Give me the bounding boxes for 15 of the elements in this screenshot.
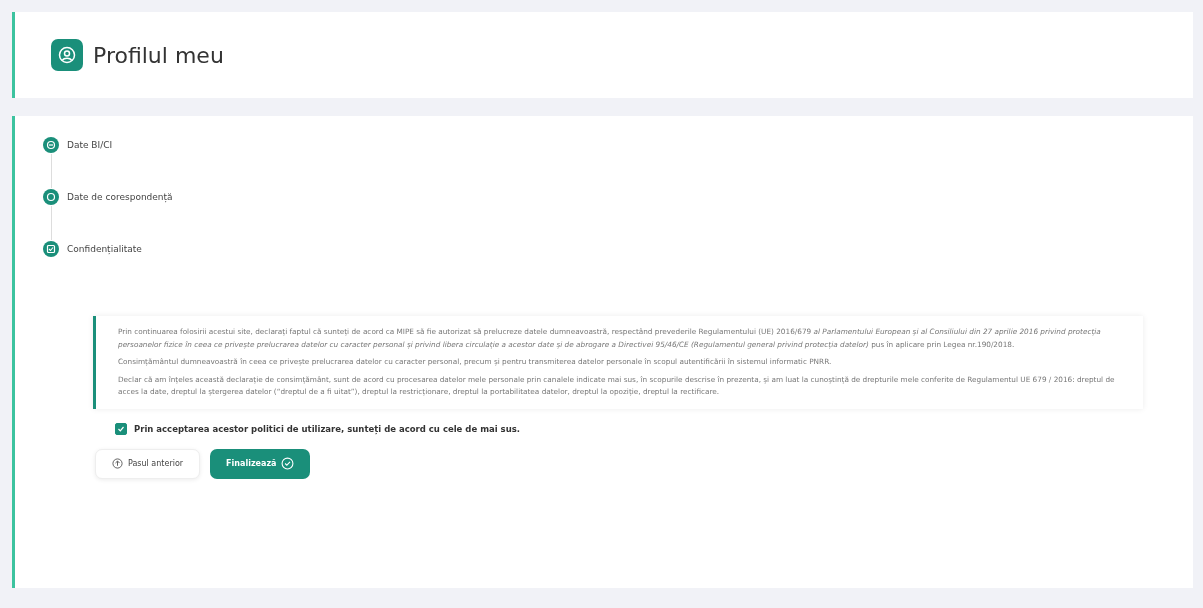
step-icon — [43, 241, 59, 257]
check-circle-icon — [281, 457, 295, 470]
page-title: Profilul meu — [93, 42, 224, 68]
step-label[interactable]: Date BI/CI — [67, 140, 113, 150]
consent-checkbox[interactable] — [115, 422, 127, 435]
check-icon — [117, 424, 125, 433]
step-icon — [43, 189, 59, 205]
step-icon — [43, 137, 59, 153]
previous-step-button[interactable]: Pasul anterior — [95, 448, 201, 479]
finish-button[interactable]: Finalizează — [210, 448, 311, 479]
user-profile-icon — [51, 39, 83, 71]
step-label[interactable]: Confidențialitate — [67, 244, 142, 254]
step-label[interactable]: Date de corespondență — [67, 192, 173, 202]
consent-label: Prin acceptarea acestor politici de utilizare, sunteți de acord cu cele de mai sus. — [134, 423, 520, 434]
arrow-circle-icon — [112, 458, 123, 469]
